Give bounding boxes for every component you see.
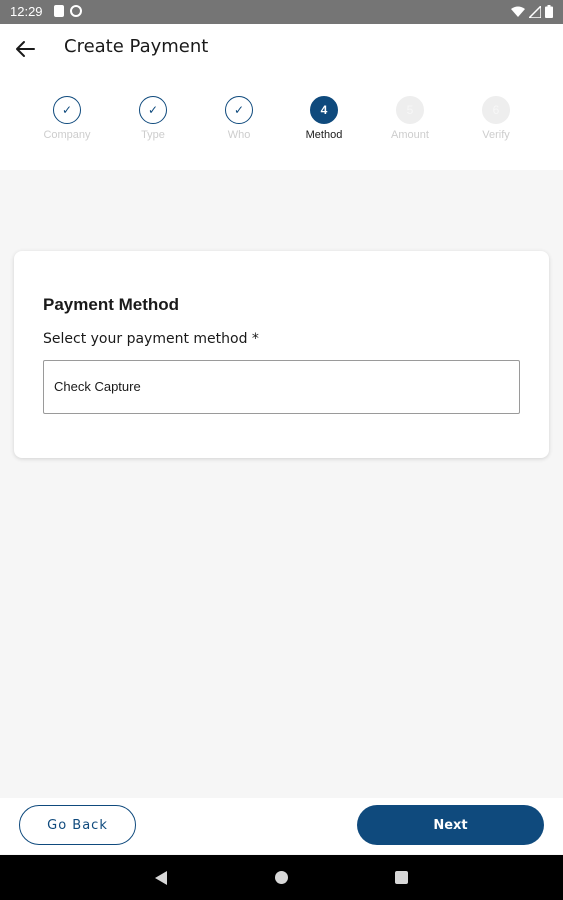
- step-verify: 6 Verify: [456, 96, 536, 141]
- nav-recents-icon[interactable]: [395, 871, 408, 884]
- step-check-icon: ✓: [139, 96, 167, 124]
- card-title: Payment Method: [43, 295, 180, 314]
- step-company[interactable]: ✓ Company: [27, 96, 107, 141]
- step-number: 6: [482, 96, 510, 124]
- step-method[interactable]: 4 Method: [284, 96, 364, 141]
- action-bar: Go Back Next: [0, 798, 563, 854]
- nav-back-icon[interactable]: [154, 870, 168, 886]
- status-time: 12:29: [10, 4, 43, 19]
- nav-home-icon[interactable]: [275, 871, 288, 884]
- go-back-button[interactable]: Go Back: [19, 805, 136, 845]
- payment-method-label: Select your payment method *: [43, 331, 259, 347]
- status-icons-left: [54, 5, 82, 17]
- signal-icon: [529, 5, 541, 18]
- wifi-icon: [511, 6, 525, 17]
- payment-method-select[interactable]: Check Capture: [43, 360, 520, 414]
- step-label: Who: [227, 129, 251, 141]
- step-who[interactable]: ✓ Who: [199, 96, 279, 141]
- step-check-icon: ✓: [225, 96, 253, 124]
- payment-method-value: Check Capture: [54, 379, 141, 394]
- step-number: 4: [310, 96, 338, 124]
- step-amount: 5 Amount: [370, 96, 450, 141]
- page-title: Create Payment: [64, 36, 209, 57]
- step-type[interactable]: ✓ Type: [113, 96, 193, 141]
- payment-method-card: Payment Method Select your payment metho…: [14, 251, 549, 458]
- stepper: ✓ Company ✓ Type ✓ Who 4 Method 5 Amount…: [0, 74, 563, 170]
- sim-card-icon: [54, 5, 64, 17]
- status-bar: 12:29: [0, 0, 563, 24]
- step-number: 5: [396, 96, 424, 124]
- app-bar: Create Payment: [0, 24, 563, 74]
- navigation-bar: [0, 855, 563, 900]
- step-label: Method: [305, 129, 343, 141]
- sync-icon: [70, 5, 82, 17]
- step-label: Company: [43, 129, 91, 141]
- status-icons-right: [511, 5, 553, 18]
- battery-icon: [545, 5, 553, 18]
- step-label: Type: [141, 129, 165, 141]
- step-label: Verify: [482, 129, 510, 141]
- step-label: Amount: [391, 129, 429, 141]
- arrow-left-icon[interactable]: [14, 38, 36, 60]
- next-button[interactable]: Next: [357, 805, 544, 845]
- step-check-icon: ✓: [53, 96, 81, 124]
